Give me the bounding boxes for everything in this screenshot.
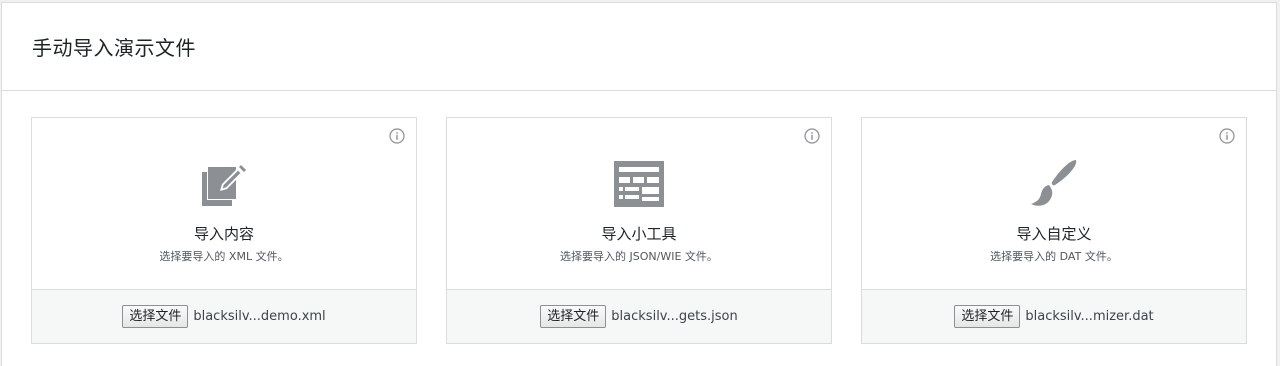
paintbrush-icon — [1031, 160, 1077, 206]
import-content-card: 导入内容 选择要导入的 XML 文件。 选择文件 blacksilv...dem… — [31, 117, 417, 344]
card-description: 选择要导入的 JSON/WIE 文件。 — [560, 250, 718, 263]
file-input: 选择文件 blacksilv...gets.json — [447, 290, 831, 343]
card-body: 导入自定义 选择要导入的 DAT 文件。 — [862, 118, 1246, 290]
selected-file-name: blacksilv...mizer.dat — [1025, 309, 1154, 324]
card-title: 导入小工具 — [601, 225, 677, 243]
card-title: 导入自定义 — [1016, 225, 1092, 243]
file-input: 选择文件 blacksilv...mizer.dat — [862, 290, 1246, 343]
selected-file-name: blacksilv...demo.xml — [193, 309, 326, 324]
card-body: 导入内容 选择要导入的 XML 文件。 — [32, 118, 416, 290]
card-description: 选择要导入的 DAT 文件。 — [990, 250, 1118, 263]
widgets-table-icon — [614, 161, 664, 207]
panel-header: 手动导入演示文件 — [2, 3, 1276, 91]
card-body: 导入小工具 选择要导入的 JSON/WIE 文件。 — [447, 118, 831, 290]
import-customizer-card: 导入自定义 选择要导入的 DAT 文件。 选择文件 blacksilv...mi… — [861, 117, 1247, 344]
info-icon[interactable] — [1219, 128, 1235, 144]
info-icon[interactable] — [389, 128, 405, 144]
selected-file-name: blacksilv...gets.json — [611, 309, 738, 324]
choose-file-button[interactable]: 选择文件 — [954, 305, 1021, 328]
choose-file-button[interactable]: 选择文件 — [540, 305, 607, 328]
info-icon[interactable] — [804, 128, 820, 144]
card-title: 导入内容 — [193, 225, 254, 243]
page-title: 手动导入演示文件 — [32, 36, 196, 60]
card-description: 选择要导入的 XML 文件。 — [159, 250, 289, 263]
file-input: 选择文件 blacksilv...demo.xml — [32, 290, 416, 343]
choose-file-button[interactable]: 选择文件 — [122, 305, 189, 328]
import-widgets-card: 导入小工具 选择要导入的 JSON/WIE 文件。 选择文件 blacksilv… — [446, 117, 832, 344]
edit-page-icon — [202, 165, 246, 206]
